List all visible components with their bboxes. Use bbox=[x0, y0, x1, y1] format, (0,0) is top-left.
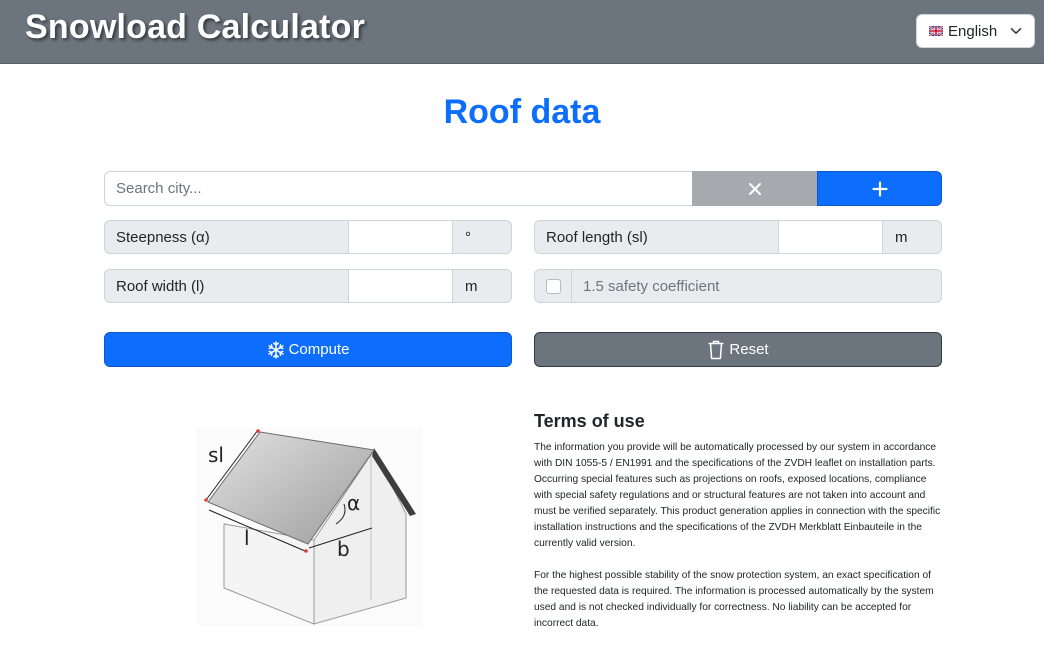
diagram-label-b: b bbox=[337, 537, 350, 561]
terms-paragraph-2: For the highest possible stability of th… bbox=[534, 570, 934, 629]
terms-paragraph-1: The information you provide will be auto… bbox=[534, 442, 941, 549]
clear-search-button[interactable] bbox=[692, 171, 817, 206]
app-title: Snowload Calculator bbox=[25, 8, 366, 46]
chevron-down-icon bbox=[1010, 28, 1022, 34]
language-select[interactable]: English bbox=[916, 14, 1035, 48]
roof-width-unit: m bbox=[452, 269, 512, 303]
snowflake-icon bbox=[267, 340, 284, 359]
compute-label: Compute bbox=[288, 341, 350, 358]
diagram-label-alpha: α bbox=[347, 491, 360, 515]
language-label: English bbox=[948, 22, 998, 40]
roof-length-unit: m bbox=[882, 220, 942, 254]
steepness-unit: ° bbox=[452, 220, 512, 254]
trash-icon bbox=[708, 340, 724, 359]
uk-flag-icon bbox=[929, 26, 943, 36]
terms-title: Terms of use bbox=[534, 411, 645, 431]
safety-coefficient-label: 1.5 safety coefficient bbox=[583, 277, 720, 295]
compute-button[interactable]: Compute bbox=[104, 332, 512, 367]
app-header: Snowload Calculator English bbox=[0, 0, 1044, 64]
reset-button[interactable]: Reset bbox=[534, 332, 942, 367]
city-search-group bbox=[104, 171, 942, 206]
roof-width-label: Roof width (l) bbox=[104, 269, 348, 303]
city-search-input[interactable] bbox=[104, 171, 692, 206]
steepness-group: Steepness (α) ° bbox=[104, 220, 512, 254]
roof-width-input[interactable] bbox=[348, 269, 452, 303]
steepness-input[interactable] bbox=[348, 220, 452, 254]
terms-text: The information you provide will be auto… bbox=[534, 440, 944, 648]
steepness-label: Steepness (α) bbox=[104, 220, 348, 254]
close-icon bbox=[748, 182, 761, 195]
roof-length-input[interactable] bbox=[778, 220, 882, 254]
roof-length-group: Roof length (sl) m bbox=[534, 220, 942, 254]
diagram-label-l: l bbox=[244, 526, 250, 550]
safety-coefficient-group: 1.5 safety coefficient bbox=[534, 269, 942, 303]
page-title: Roof data bbox=[443, 93, 601, 131]
roof-width-group: Roof width (l) m bbox=[104, 269, 512, 303]
roof-diagram: sl l b α bbox=[196, 428, 422, 626]
roof-length-label: Roof length (sl) bbox=[534, 220, 778, 254]
reset-label: Reset bbox=[729, 341, 769, 358]
diagram-label-sl: sl bbox=[208, 443, 224, 467]
add-city-button[interactable] bbox=[817, 171, 942, 206]
safety-coefficient-checkbox[interactable] bbox=[546, 278, 561, 294]
plus-icon bbox=[871, 180, 888, 197]
divider bbox=[571, 270, 572, 302]
